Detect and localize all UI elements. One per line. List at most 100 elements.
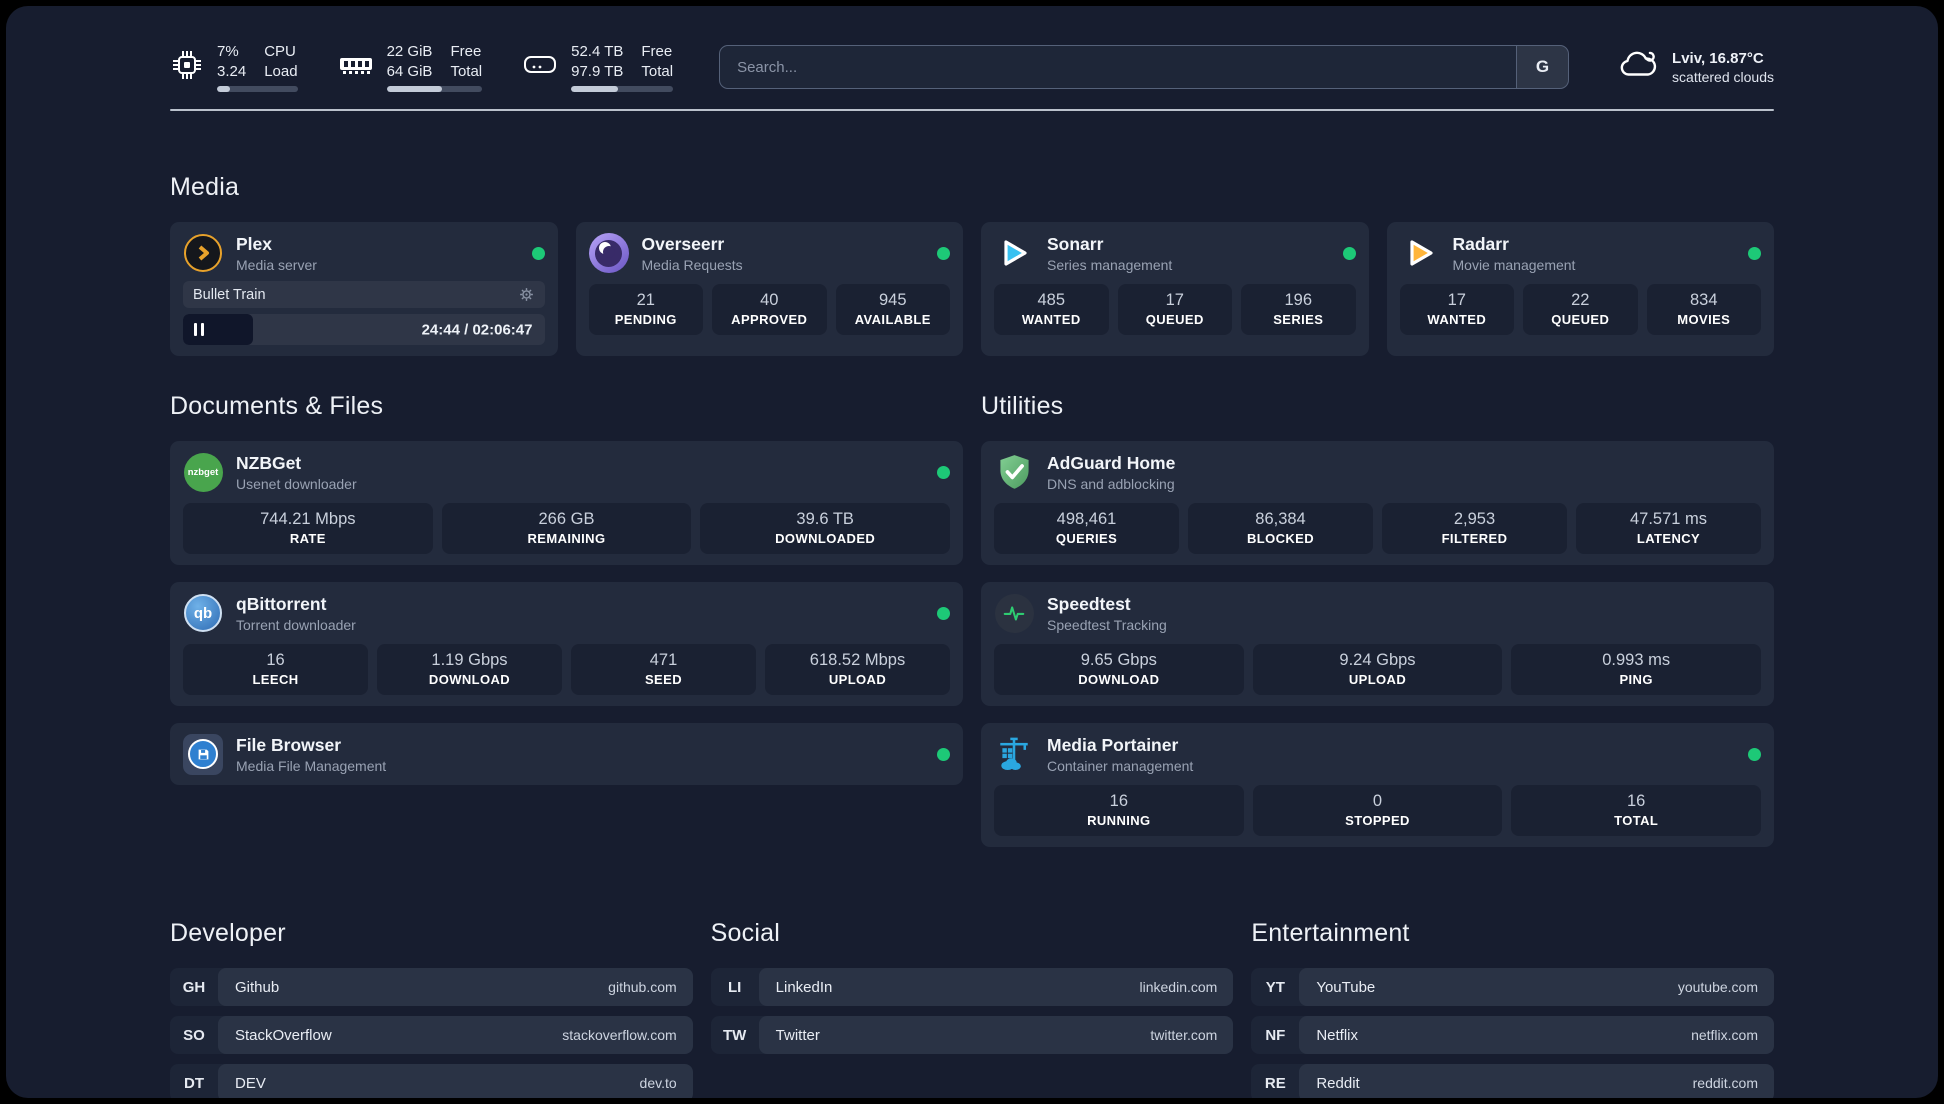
disk-icon <box>522 52 558 83</box>
cpu-stat: 7% 3.24 CPU Load <box>170 42 298 92</box>
stat-tile: 1.19 Gbps DOWNLOAD <box>377 644 562 695</box>
app-name: NZBGet <box>236 452 302 473</box>
status-dot <box>937 246 950 260</box>
app-card-portainer[interactable]: Media Portainer Container management 16 … <box>981 723 1774 847</box>
section-title-media: Media <box>170 173 240 201</box>
pause-icon[interactable] <box>194 323 207 336</box>
ram-total-label: Total <box>450 62 483 80</box>
cloud-icon <box>1615 49 1659 86</box>
link-tag: NF <box>1265 1026 1286 1044</box>
stat-tile: 39.6 TB DOWNLOADED <box>700 503 950 554</box>
link-url: youtube.com <box>1677 979 1758 995</box>
app-card-overseerr[interactable]: Overseerr Media Requests 21 PENDING 40 A… <box>575 222 963 356</box>
search-input[interactable] <box>720 46 1517 88</box>
stat-label: WANTED <box>1021 312 1081 327</box>
app-desc: Torrent downloader <box>236 616 356 633</box>
app-card-nzbget[interactable]: nzbget NZBGet Usenet downloader 744.21 M… <box>170 441 963 565</box>
cpu-load-value: 3.24 <box>217 62 247 80</box>
disk-progress-fill <box>571 86 619 92</box>
stat-tile: 16 TOTAL <box>1511 785 1761 836</box>
stat-value: 17 <box>1165 291 1184 309</box>
stat-value: 0.993 ms <box>1602 651 1671 669</box>
weather-widget[interactable]: Lviv, 16.87°C scattered clouds <box>1615 49 1774 86</box>
app-desc: Speedtest Tracking <box>1047 616 1167 633</box>
link-row-dev[interactable]: DT DEV dev.to <box>170 1064 693 1098</box>
link-row-youtube[interactable]: YT YouTube youtube.com <box>1251 968 1774 1006</box>
app-card-sonarr[interactable]: Sonarr Series management 485 WANTED 17 Q… <box>981 222 1369 356</box>
stat-tile: 16 RUNNING <box>994 785 1244 836</box>
section-title-developer: Developer <box>170 919 286 947</box>
link-row-github[interactable]: GH Github github.com <box>170 968 693 1006</box>
stat-tile: 0 STOPPED <box>1252 785 1503 836</box>
playback-elapsed <box>183 314 254 345</box>
stat-tile: 196 SERIES <box>1241 284 1356 335</box>
status-dot <box>1342 246 1356 260</box>
stat-label: WANTED <box>1427 312 1487 327</box>
stat-label: UPLOAD <box>828 672 887 687</box>
app-name: Overseerr <box>641 233 725 254</box>
link-url: reddit.com <box>1692 1075 1758 1091</box>
app-name: Radarr <box>1452 233 1509 254</box>
stat-value: 16 <box>266 651 285 669</box>
stat-value: 39.6 TB <box>796 510 854 528</box>
system-stats: 7% 3.24 CPU Load 22 GiB 64 GiB Free Tota… <box>170 42 674 92</box>
app-card-filebrowser[interactable]: File Browser Media File Management <box>170 723 963 785</box>
stat-label: LATENCY <box>1636 531 1701 546</box>
disk-progressbar <box>571 86 674 92</box>
app-card-adguard[interactable]: AdGuard Home DNS and adblocking 498,461 … <box>981 441 1774 565</box>
stat-tile: 47.571 ms LATENCY <box>1576 503 1761 554</box>
link-row-reddit[interactable]: RE Reddit reddit.com <box>1251 1064 1774 1098</box>
disk-total-value: 97.9 TB <box>571 62 624 80</box>
stat-label: AVAILABLE <box>854 312 931 327</box>
app-card-speedtest[interactable]: Speedtest Speedtest Tracking 9.65 Gbps D… <box>981 582 1774 706</box>
portainer-icon <box>994 734 1034 774</box>
media-grid: Plex Media server Bullet Train 24:44 / 0… <box>170 222 1774 356</box>
stat-tile: 945 AVAILABLE <box>835 284 950 335</box>
link-name: LinkedIn <box>775 978 833 996</box>
stat-value: 744.21 Mbps <box>260 510 356 528</box>
app-card-radarr[interactable]: Radarr Movie management 17 WANTED 22 QUE… <box>1386 222 1774 356</box>
qbittorrent-icon: qb <box>183 593 223 633</box>
app-desc: Movie management <box>1452 256 1576 273</box>
app-name: Media Portainer <box>1047 734 1179 755</box>
link-name: StackOverflow <box>235 1026 332 1044</box>
stat-value: 266 GB <box>538 510 595 528</box>
stat-label: UPLOAD <box>1348 672 1407 687</box>
link-row-linkedin[interactable]: LI LinkedIn linkedin.com <box>710 968 1234 1006</box>
nzbget-icon: nzbget <box>183 452 223 492</box>
disk-stat: 52.4 TB 97.9 TB Free Total <box>522 42 674 92</box>
app-name: Sonarr <box>1047 233 1104 254</box>
app-desc: Container management <box>1047 757 1194 774</box>
now-playing-row: Bullet Train <box>183 281 545 308</box>
stat-value: 485 <box>1037 291 1066 309</box>
app-desc: Series management <box>1047 256 1173 273</box>
stat-label: PENDING <box>614 312 677 327</box>
app-card-plex[interactable]: Plex Media server Bullet Train 24:44 / 0… <box>170 222 558 356</box>
app-name: Plex <box>236 233 272 254</box>
filebrowser-icon <box>183 733 223 775</box>
link-row-twitter[interactable]: TW Twitter twitter.com <box>710 1016 1234 1054</box>
stat-tile: 22 QUEUED <box>1523 284 1638 335</box>
link-name: Reddit <box>1316 1074 1360 1092</box>
stat-label: DOWNLOAD <box>428 672 511 687</box>
link-row-stackoverflow[interactable]: SO StackOverflow stackoverflow.com <box>170 1016 693 1054</box>
search-engine-button[interactable]: G <box>1516 46 1569 88</box>
stat-label: BLOCKED <box>1246 531 1315 546</box>
link-row-netflix[interactable]: NF Netflix netflix.com <box>1251 1016 1774 1054</box>
link-tag: SO <box>183 1026 205 1044</box>
disk-free-label: Free <box>641 43 673 60</box>
gear-icon[interactable] <box>518 286 535 303</box>
status-dot <box>1748 747 1761 761</box>
playback-progressbar[interactable]: 24:44 / 02:06:47 <box>183 314 545 345</box>
stat-value: 498,461 <box>1056 510 1117 528</box>
app-card-qbittorrent[interactable]: qb qBittorrent Torrent downloader 16 LEE… <box>170 582 963 706</box>
stat-tile: 16 LEECH <box>183 644 368 695</box>
link-url: github.com <box>608 979 677 995</box>
stat-label: APPROVED <box>731 312 808 327</box>
link-name: DEV <box>235 1074 266 1092</box>
stat-label: TOTAL <box>1614 813 1659 828</box>
cpu-percent: 7% <box>217 43 239 60</box>
sonarr-icon <box>994 233 1034 273</box>
app-desc: Media File Management <box>236 757 387 774</box>
stat-value: 86,384 <box>1255 510 1306 528</box>
